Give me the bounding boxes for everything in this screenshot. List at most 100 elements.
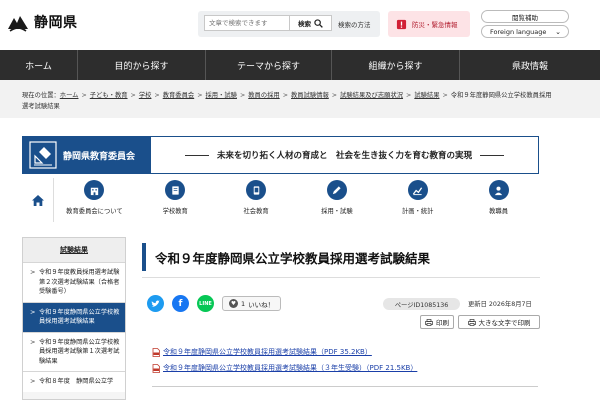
sidebar-item-active[interactable]: > 令和９年度静岡県公立学校教員採用選考試験結果 — [23, 301, 125, 332]
category-staff[interactable]: 教職員 — [458, 178, 539, 222]
sidebar-heading[interactable]: 試験結果 — [23, 238, 125, 262]
page-title: 令和９年度静岡県公立学校教員採用選考試験結果 — [142, 243, 540, 271]
pen-icon — [326, 180, 347, 200]
pencil-ruler-icon — [29, 141, 57, 169]
breadcrumb-link[interactable]: 教員試験情報 — [291, 92, 329, 99]
breadcrumb-link[interactable]: 試験結果及び志願状況 — [340, 92, 403, 99]
title-divider — [142, 277, 540, 278]
sidebar-item-label: 令和９年度静岡県公立学校教員採用選考試験結果 — [39, 308, 120, 326]
people-icon — [488, 180, 509, 200]
breadcrumb-area: 現在の位置：ホーム > 子ども・教育 > 学校 > 教育委員会 > 採用・試験 > 教員の採用 > 教員… — [0, 80, 600, 118]
education-board-slogan: 未来を切り拓く人材の育成と 社会を生き抜く力を育む教育の実現 — [151, 137, 538, 173]
category-plans-statistics[interactable]: 計画・統計 — [377, 178, 458, 222]
category-school-education[interactable]: 学校教育 — [135, 178, 216, 222]
disaster-info-label: 防災・緊急情報 — [412, 21, 458, 29]
language-label: Foreign language — [490, 27, 547, 36]
share-row: f LINE ♥ 1 いいね！ — [147, 295, 282, 312]
line-share-icon[interactable]: LINE — [197, 295, 214, 312]
pdf-link-list: 令和９年度静岡県公立学校教員採用選考試験結果（PDF 35.2KB） 令和９年度… — [152, 347, 532, 379]
education-board-banner: 静岡県教育委員会 未来を切り拓く人材の育成と 社会を生き抜く力を育む教育の実現 — [22, 136, 539, 174]
list-item: 令和９年度静岡県公立学校教員採用選考試験結果（PDF 35.2KB） — [152, 347, 532, 357]
pdf-link[interactable]: 令和９年度静岡県公立学校教員採用選考試験結果（PDF 35.2KB） — [163, 347, 372, 357]
like-count: 1 — [241, 299, 246, 308]
heart-icon: ♥ — [229, 299, 238, 308]
pdf-icon — [152, 347, 160, 357]
twitter-share-icon[interactable] — [147, 295, 164, 312]
shizuoka-logo-icon — [8, 16, 28, 32]
breadcrumb-prefix: 現在の位置： — [22, 92, 60, 99]
chevron-right-icon: > — [30, 337, 36, 346]
chevron-right-icon: > — [30, 268, 36, 276]
like-button[interactable]: ♥ 1 いいね！ — [222, 296, 282, 311]
gnav-purpose[interactable]: 目的から探す — [78, 50, 206, 80]
large-text-print-button[interactable]: 大きな文字で印刷 — [458, 315, 540, 329]
list-item: 令和９年度静岡県公立学校教員採用選考試験結果（３年生受験）（PDF 21.5KB… — [152, 363, 532, 373]
category-label: 学校教育 — [162, 208, 188, 215]
large-text-print-label: 大きな文字で印刷 — [478, 319, 531, 327]
gnav-organization[interactable]: 組織から探す — [332, 50, 460, 80]
category-nav: 教育委員会について 学校教育 社会教育 採用・試験 計画・統計 教職員 — [22, 178, 539, 222]
gnav-theme[interactable]: テーマから探す — [206, 50, 332, 80]
search-help-link[interactable]: 検索の方法 — [338, 19, 371, 29]
pdf-link[interactable]: 令和９年度静岡県公立学校教員採用選考試験結果（３年生受験）（PDF 21.5KB… — [163, 363, 417, 373]
sidebar: 試験結果 > 令和９年度教員採用選考試験第２次選考試験結果（合格者受験番号） >… — [22, 237, 126, 400]
book-icon — [165, 180, 186, 200]
site-logo-text: 静岡県 — [34, 15, 78, 31]
global-nav: ホーム 目的から探す テーマから探す 組織から探す 県政情報 — [0, 50, 600, 80]
search-area: 検索 検索の方法 — [198, 11, 380, 37]
breadcrumb: 現在の位置：ホーム > 子ども・教育 > 学校 > 教育委員会 > 採用・試験 > 教員の採用 > 教員… — [22, 92, 552, 110]
sidebar-item[interactable]: > 令和８年度 静岡県公立学 — [23, 371, 125, 392]
reading-assist-label: 閲覧補助 — [512, 13, 538, 22]
slogan-text: 未来を切り拓く人材の育成と 社会を生き抜く力を育む教育の実現 — [216, 151, 472, 161]
site-header: 静岡県 検索 検索の方法 防災・緊急情報 閲覧補助 Foreign langua… — [0, 0, 600, 50]
chevron-right-icon: > — [30, 377, 36, 385]
pdf-icon — [152, 363, 160, 373]
sidebar-item[interactable]: > 令和９年度静岡県公立学校教員採用選考試験第１次選考試験結果 — [23, 331, 125, 371]
gnav-home[interactable]: ホーム — [0, 50, 78, 80]
breadcrumb-link[interactable]: 採用・試験 — [205, 92, 236, 99]
print-label: 印刷 — [436, 319, 449, 327]
breadcrumb-link[interactable]: 教員の採用 — [248, 92, 279, 99]
graph-icon — [407, 180, 428, 200]
home-icon — [31, 194, 44, 206]
gnav-prefectural-info[interactable]: 県政情報 — [460, 50, 600, 80]
category-recruitment-exam[interactable]: 採用・試験 — [296, 178, 377, 222]
disaster-info-button[interactable]: 防災・緊急情報 — [388, 11, 470, 37]
breadcrumb-link[interactable]: 子ども・教育 — [90, 92, 128, 99]
search-button[interactable]: 検索 — [290, 15, 332, 31]
site-logo[interactable]: 静岡県 — [7, 12, 78, 32]
sidebar-item[interactable]: > 令和９年度教員採用選考試験第２次選考試験結果（合格者受験番号） — [23, 262, 125, 302]
category-social-education[interactable]: 社会教育 — [216, 178, 297, 222]
category-label: 採用・試験 — [321, 208, 353, 215]
category-label: 教職員 — [489, 208, 508, 215]
building-icon — [84, 180, 105, 200]
slogan-dash-right — [480, 154, 504, 156]
printer-icon — [425, 318, 433, 326]
category-label: 教育委員会について — [66, 208, 123, 215]
chevron-down-icon: ⌄ — [555, 28, 561, 36]
breadcrumb-link[interactable]: ホーム — [60, 92, 79, 99]
content-divider — [152, 386, 538, 387]
facebook-share-icon[interactable]: f — [172, 295, 189, 312]
sidebar-item-label: 令和８年度 静岡県公立学 — [39, 378, 114, 385]
education-board-title: 静岡県教育委員会 — [63, 151, 136, 162]
education-board-home-link[interactable]: 静岡県教育委員会 — [23, 137, 151, 173]
reading-assist-button[interactable]: 閲覧補助 — [481, 10, 569, 23]
category-board-of-education[interactable]: 教育委員会について — [54, 178, 135, 222]
category-home-button[interactable] — [22, 178, 54, 222]
category-label: 社会教育 — [243, 208, 269, 215]
page-id-badge: ページID1085136 — [383, 298, 460, 310]
breadcrumb-link[interactable]: 教育委員会 — [163, 92, 194, 99]
print-button[interactable]: 印刷 — [420, 315, 454, 329]
breadcrumb-link[interactable]: 試験結果 — [414, 92, 439, 99]
printer-icon — [467, 318, 476, 326]
search-icon — [314, 18, 323, 28]
updated-date: 更新日 2026年8月7日 — [468, 301, 532, 308]
tablet-icon — [246, 180, 267, 200]
breadcrumb-link[interactable]: 学校 — [139, 92, 152, 99]
warning-icon — [396, 19, 407, 29]
category-label: 計画・統計 — [401, 208, 434, 215]
search-input[interactable] — [204, 15, 290, 31]
slogan-dash-left — [184, 154, 209, 156]
language-select[interactable]: Foreign language ⌄ — [481, 25, 569, 38]
